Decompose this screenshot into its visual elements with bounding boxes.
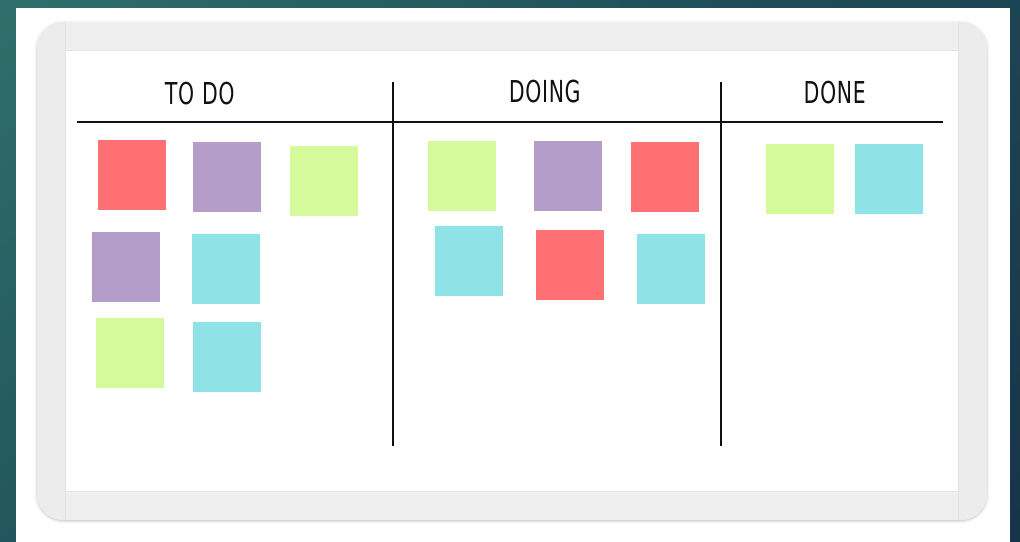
board-frame-right (958, 22, 987, 520)
column-divider-2 (720, 82, 722, 446)
board-frame-bottom (37, 491, 987, 520)
sticky-note-cyan[interactable] (193, 322, 261, 392)
column-title-doing: DOING (508, 75, 582, 110)
header-divider-line (77, 121, 943, 123)
sticky-note-cyan[interactable] (637, 234, 705, 304)
board-frame-left (37, 22, 66, 520)
sticky-note-purple[interactable] (534, 141, 602, 211)
board-frame-top (37, 22, 987, 51)
sticky-note-red[interactable] (98, 140, 166, 210)
sticky-note-purple[interactable] (193, 142, 261, 212)
sticky-note-red[interactable] (536, 230, 604, 300)
sticky-note-cyan[interactable] (192, 234, 260, 304)
column-title-todo: TO DO (164, 77, 236, 112)
sticky-note-green[interactable] (428, 141, 496, 211)
sticky-note-red[interactable] (631, 142, 699, 212)
sticky-note-green[interactable] (96, 318, 164, 388)
sticky-note-cyan[interactable] (855, 144, 923, 214)
sticky-note-green[interactable] (766, 144, 834, 214)
column-title-done: DONE (803, 76, 867, 111)
column-divider-1 (392, 82, 394, 446)
sticky-note-cyan[interactable] (435, 226, 503, 296)
sticky-note-purple[interactable] (92, 232, 160, 302)
sticky-note-green[interactable] (290, 146, 358, 216)
